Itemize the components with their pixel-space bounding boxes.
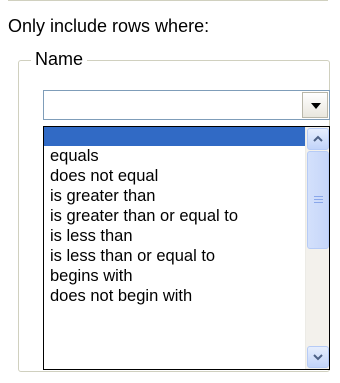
- dropdown-option-is-greater-than-or-equal-to[interactable]: is greater than or equal to: [44, 206, 306, 226]
- combo-dropdown-button[interactable]: [302, 92, 328, 118]
- dropdown-option-does-not-equal[interactable]: does not equal: [44, 166, 306, 186]
- thumb-grip-line: [314, 199, 323, 200]
- thumb-grip-line: [314, 202, 323, 203]
- chevron-down-icon: [311, 103, 321, 109]
- name-condition-combo[interactable]: [43, 90, 330, 120]
- dropdown-option-is-less-than-or-equal-to[interactable]: is less than or equal to: [44, 246, 306, 266]
- dropdown-option-equals[interactable]: equals: [44, 146, 306, 166]
- dropdown-option-does-not-begin-with[interactable]: does not begin with: [44, 286, 306, 306]
- scroll-down-button[interactable]: [307, 346, 329, 368]
- panel-top-border: [8, 0, 328, 6]
- dropdown-option-is-less-than[interactable]: is less than: [44, 226, 306, 246]
- name-group-label: Name: [31, 49, 88, 70]
- filter-heading: Only include rows where:: [8, 16, 210, 36]
- scroll-down-arrow-icon: [313, 354, 323, 361]
- scrollbar-thumb[interactable]: [307, 151, 329, 249]
- dropdown-option-is-greater-than[interactable]: is greater than: [44, 186, 306, 206]
- dropdown-options: equals does not equal is greater than is…: [44, 127, 306, 369]
- thumb-grip-line: [314, 196, 323, 197]
- filter-panel: Only include rows where: Name equals doe…: [0, 0, 340, 383]
- dropdown-option-empty[interactable]: [44, 127, 306, 146]
- dropdown-option-begins-with[interactable]: begins with: [44, 266, 306, 286]
- scroll-up-button[interactable]: [307, 128, 329, 150]
- dropdown-scrollbar[interactable]: [305, 127, 329, 369]
- condition-dropdown-list[interactable]: equals does not equal is greater than is…: [43, 126, 330, 370]
- scroll-up-arrow-icon: [313, 135, 323, 142]
